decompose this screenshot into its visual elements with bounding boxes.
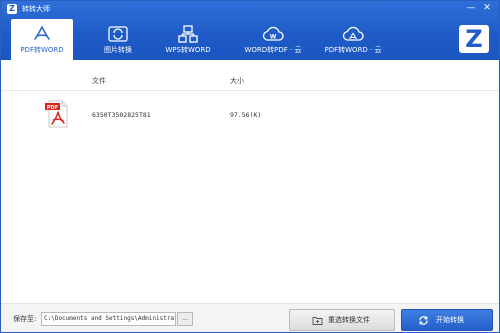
tab-pdf-to-word[interactable]: PDF转WORD <box>11 19 73 60</box>
start-convert-label: 开始转换 <box>436 316 464 324</box>
table-row[interactable]: PDF 6350T3502825T81 97.56(K) <box>1 93 499 133</box>
brand-logo: Z <box>459 25 489 53</box>
tab-label: WPS转WORD <box>165 46 211 54</box>
pdf-badge-label: PDF <box>47 105 58 111</box>
app-title: 转转大师 <box>22 5 50 13</box>
file-name: 6350T3502825T81 <box>92 111 151 119</box>
browse-button[interactable]: ... <box>177 312 193 326</box>
file-list-header: 文件 大小 <box>1 61 499 91</box>
pdf-convert-icon <box>34 26 50 40</box>
title-bar[interactable]: Z 转转大师 — ✕ <box>1 1 499 17</box>
svg-text:W: W <box>270 34 277 41</box>
header-bar: Z 转转大师 — ✕ PDF转WORD 图片转换 WPS转WORD W WORD… <box>1 1 499 60</box>
app-window: Z 转转大师 — ✕ PDF转WORD 图片转换 WPS转WORD W WORD… <box>0 0 500 333</box>
tab-wps-to-word[interactable]: WPS转WORD <box>157 19 219 60</box>
footer-bar: 保存至: C:\Documents and Settings\Administr… <box>1 303 499 332</box>
reselect-files-label: 重选转换文件 <box>328 316 370 324</box>
cloud-pdf-icon <box>342 26 364 41</box>
app-logo-icon: Z <box>7 4 17 14</box>
close-button[interactable]: ✕ <box>481 3 493 14</box>
tab-image-convert[interactable]: 图片转换 <box>87 19 149 60</box>
wps-convert-icon <box>178 25 198 43</box>
image-convert-icon <box>108 26 128 42</box>
column-header-file: 文件 <box>92 77 106 85</box>
pdf-file-icon: PDF <box>45 100 68 128</box>
column-header-size: 大小 <box>230 77 244 85</box>
cloud-word-icon: W <box>262 26 284 41</box>
tab-label: 图片转换 <box>104 46 132 54</box>
tab-label: PDF转WORD · 云 <box>324 46 382 54</box>
refresh-icon <box>419 316 428 325</box>
minimize-button[interactable]: — <box>465 3 477 14</box>
reselect-files-button[interactable]: 重选转换文件 <box>289 309 395 331</box>
folder-icon <box>312 317 323 325</box>
tab-label: WORD转PDF · 云 <box>244 46 302 54</box>
file-size: 97.56(K) <box>230 111 262 119</box>
save-location-label: 保存至: <box>13 315 37 323</box>
tab-pdf-to-word-cloud[interactable]: PDF转WORD · 云 <box>313 19 393 60</box>
save-path-field[interactable]: C:\Documents and Settings\Administrator <box>41 312 176 326</box>
tab-word-to-pdf-cloud[interactable]: W WORD转PDF · 云 <box>235 19 311 60</box>
tab-label: PDF转WORD <box>20 46 64 54</box>
start-convert-button[interactable]: 开始转换 <box>401 309 493 331</box>
